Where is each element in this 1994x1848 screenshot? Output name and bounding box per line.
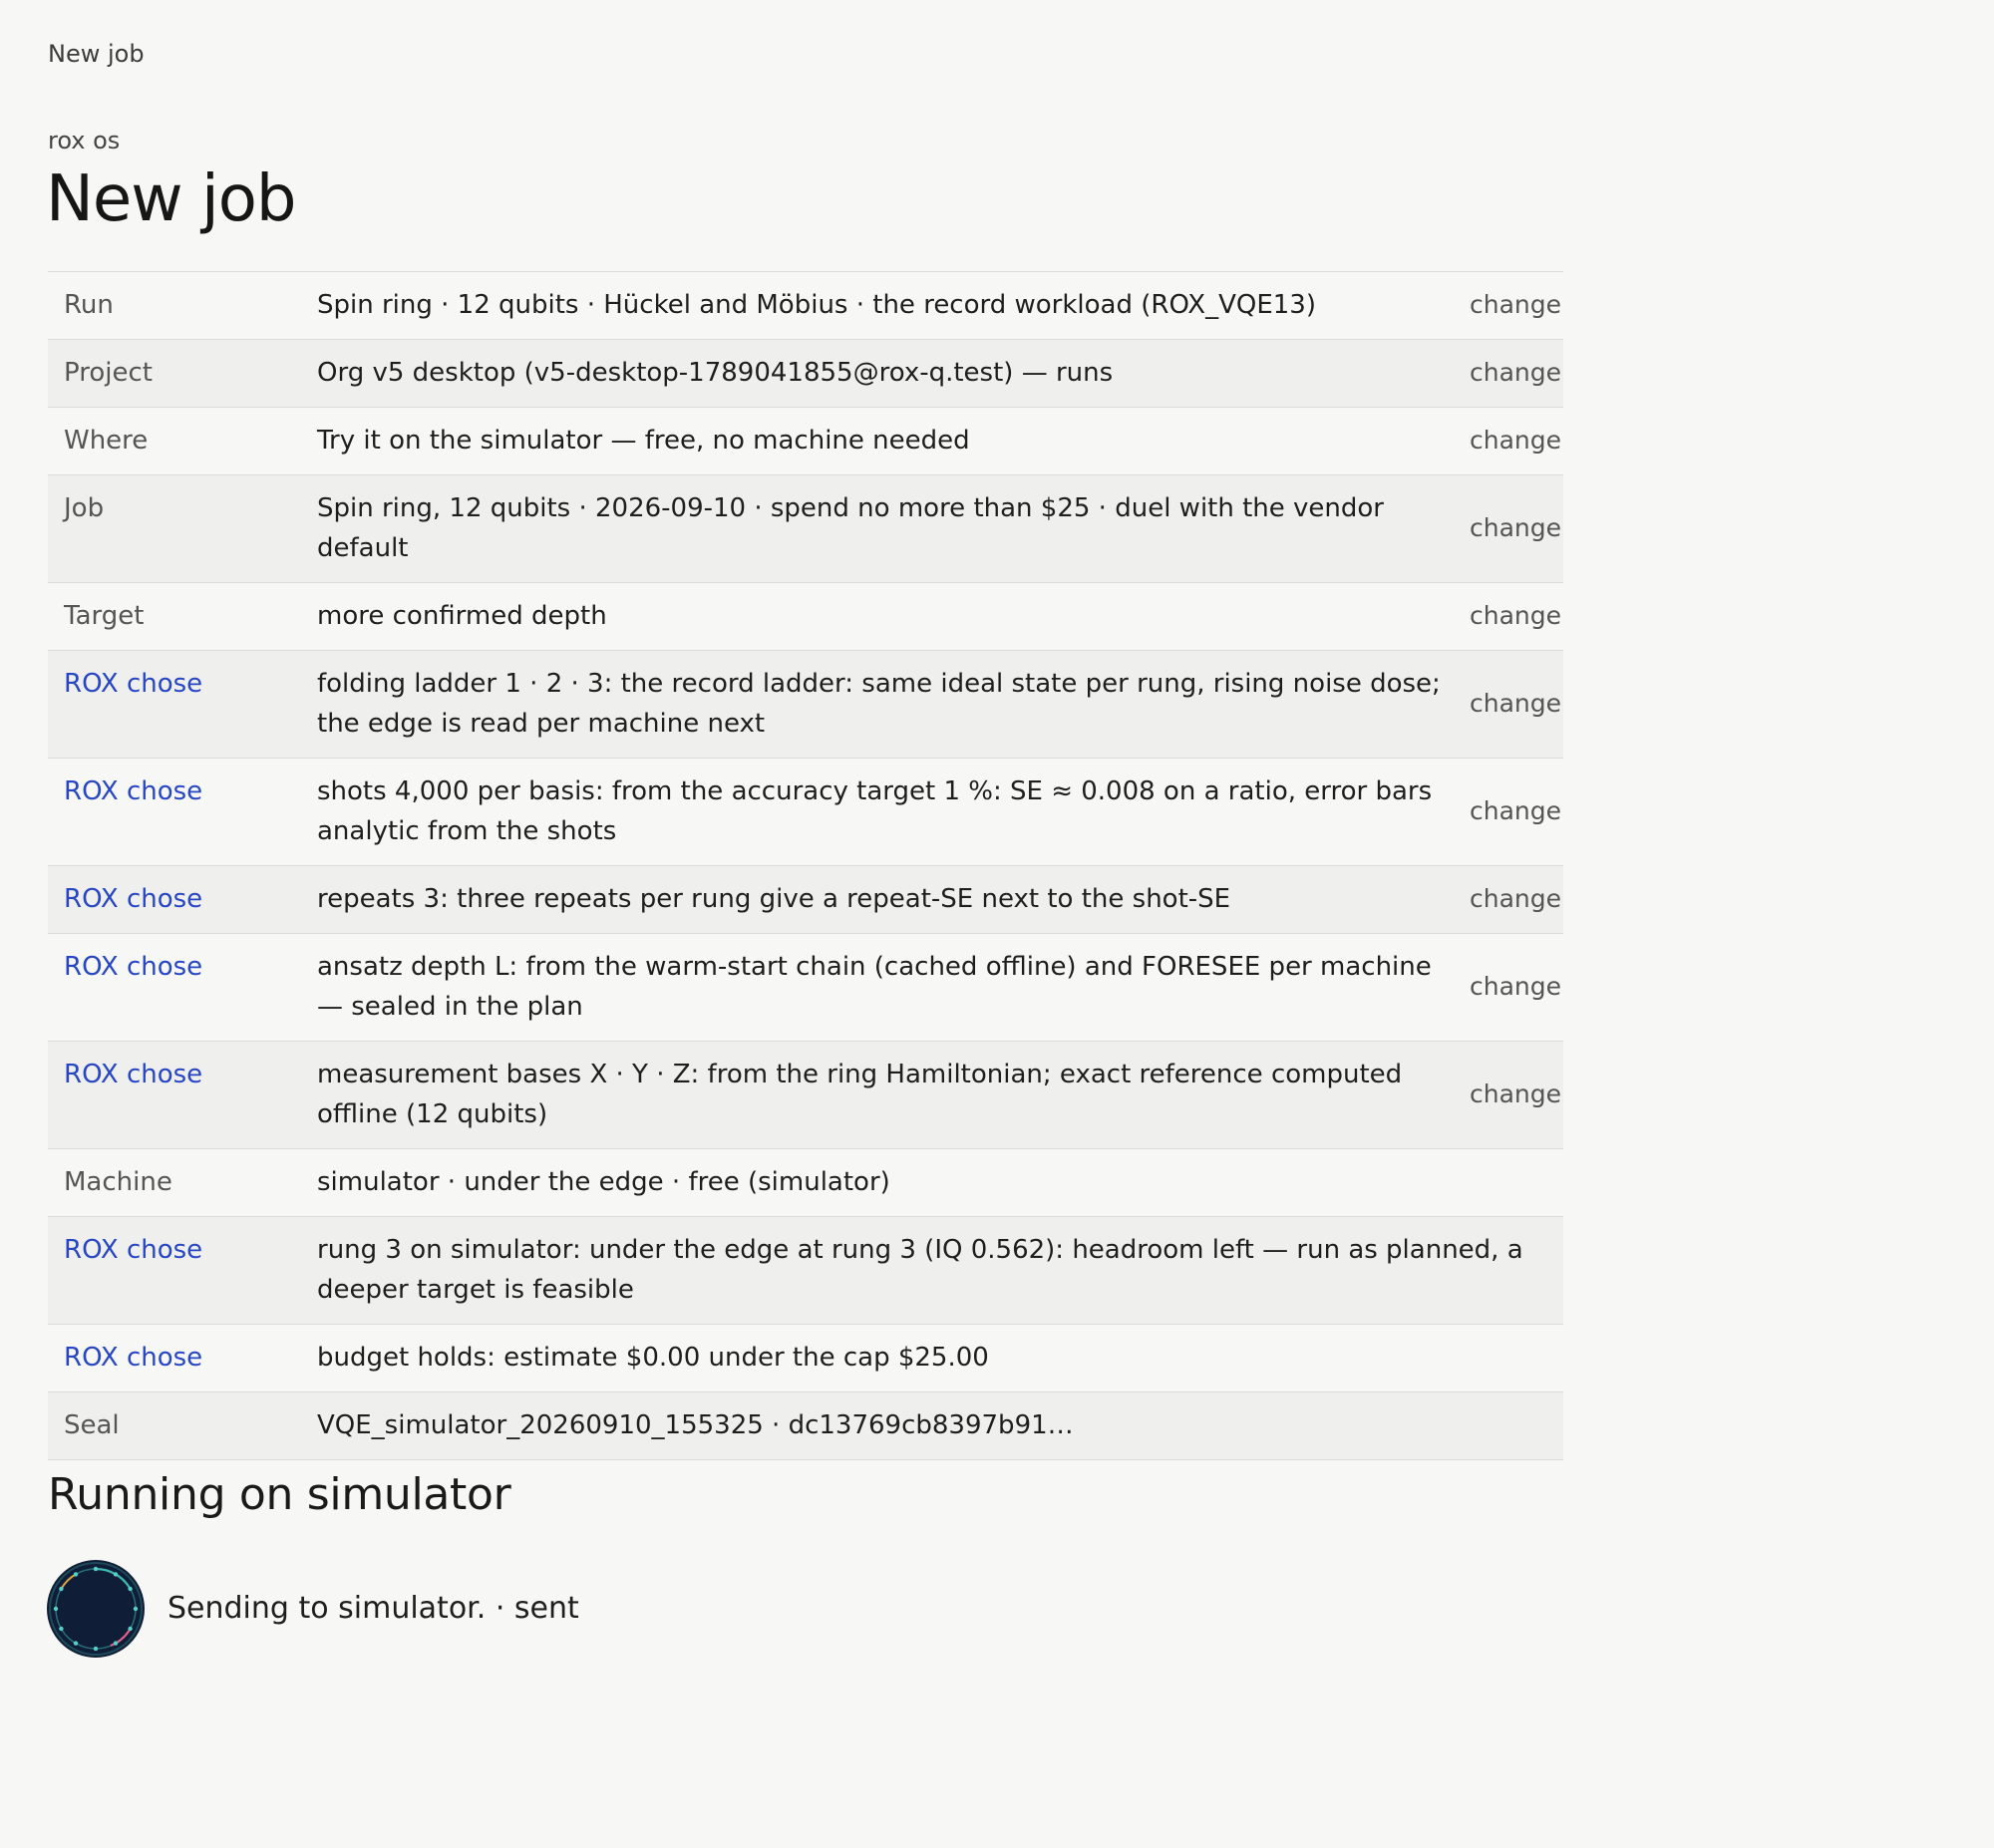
change-button[interactable]: change xyxy=(1454,934,1563,1042)
rox-chose-label: ROX chose xyxy=(64,776,203,806)
row-value: measurement bases X · Y · Z: from the ri… xyxy=(317,1060,1403,1129)
row-value: folding ladder 1 · 2 · 3: the record lad… xyxy=(317,669,1441,739)
row-value: Spin ring, 12 qubits · 2026-09-10 · spen… xyxy=(317,493,1384,563)
page-title: New job xyxy=(46,162,296,236)
row-value: repeats 3: three repeats per rung give a… xyxy=(317,884,1231,914)
change-button[interactable]: change xyxy=(1454,475,1563,583)
row-label: Run xyxy=(64,290,114,320)
summary-row-rox-chose-shots: ROX chose shots 4,000 per basis: from th… xyxy=(48,758,1563,866)
summary-row-job: Job Spin ring, 12 qubits · 2026-09-10 · … xyxy=(48,474,1563,583)
row-value: more confirmed depth xyxy=(317,601,607,631)
rox-chose-label: ROX chose xyxy=(64,1060,203,1089)
rox-chose-label: ROX chose xyxy=(64,952,203,982)
summary-row-project: Project Org v5 desktop (v5-desktop-17890… xyxy=(48,339,1563,408)
row-value: Try it on the simulator — free, no machi… xyxy=(317,426,970,456)
row-action-empty xyxy=(1454,1392,1563,1460)
org-name: rox os xyxy=(48,127,121,154)
row-value: shots 4,000 per basis: from the accuracy… xyxy=(317,776,1433,846)
breadcrumb: New job xyxy=(48,40,145,68)
summary-row-rox-chose-repeats: ROX chose repeats 3: three repeats per r… xyxy=(48,865,1563,934)
change-button[interactable]: change xyxy=(1454,759,1563,866)
run-status: Sending to simulator. · sent xyxy=(46,1559,579,1659)
summary-row-rox-chose-ladder: ROX chose folding ladder 1 · 2 · 3: the … xyxy=(48,650,1563,759)
change-button[interactable]: change xyxy=(1454,408,1563,475)
row-value: Org v5 desktop (v5-desktop-1789041855@ro… xyxy=(317,358,1114,388)
row-label: Project xyxy=(64,358,153,388)
row-value: ansatz depth L: from the warm-start chai… xyxy=(317,952,1432,1022)
summary-row-rox-chose-rung: ROX chose rung 3 on simulator: under the… xyxy=(48,1216,1563,1325)
change-button[interactable]: change xyxy=(1454,583,1563,651)
rox-chose-label: ROX chose xyxy=(64,1343,203,1373)
seal-value: VQE_simulator_20260910_155325 · dc13769c… xyxy=(317,1410,1074,1440)
row-label: Target xyxy=(64,601,145,631)
change-button[interactable]: change xyxy=(1454,272,1563,340)
running-heading: Running on simulator xyxy=(48,1469,511,1520)
summary-row-run: Run Spin ring · 12 qubits · Hückel and M… xyxy=(48,271,1563,340)
rox-chose-label: ROX chose xyxy=(64,884,203,914)
row-action-empty xyxy=(1454,1149,1563,1217)
status-text: Sending to simulator. · sent xyxy=(167,1591,579,1626)
row-value: budget holds: estimate $0.00 under the c… xyxy=(317,1343,989,1373)
rox-chose-label: ROX chose xyxy=(64,669,203,699)
summary-row-rox-chose-budget: ROX chose budget holds: estimate $0.00 u… xyxy=(48,1324,1563,1392)
row-value: Spin ring · 12 qubits · Hückel and Möbiu… xyxy=(317,290,1316,320)
job-summary-table: Run Spin ring · 12 qubits · Hückel and M… xyxy=(48,271,1563,1460)
rox-chose-label: ROX chose xyxy=(64,1235,203,1265)
row-label: Seal xyxy=(64,1410,120,1440)
summary-row-rox-chose-bases: ROX chose measurement bases X · Y · Z: f… xyxy=(48,1041,1563,1149)
row-label: Machine xyxy=(64,1167,172,1197)
summary-row-target: Target more confirmed depth change xyxy=(48,582,1563,651)
summary-row-where: Where Try it on the simulator — free, no… xyxy=(48,407,1563,475)
row-value: rung 3 on simulator: under the edge at r… xyxy=(317,1235,1523,1305)
row-action-empty xyxy=(1454,1325,1563,1392)
change-button[interactable]: change xyxy=(1454,866,1563,934)
change-button[interactable]: change xyxy=(1454,1042,1563,1149)
change-button[interactable]: change xyxy=(1454,340,1563,408)
qubit-ring-icon xyxy=(47,1560,145,1658)
summary-row-machine: Machine simulator · under the edge · fre… xyxy=(48,1148,1563,1217)
row-label: Job xyxy=(64,493,105,523)
row-label: Where xyxy=(64,426,149,456)
change-button[interactable]: change xyxy=(1454,651,1563,759)
summary-row-seal: Seal VQE_simulator_20260910_155325 · dc1… xyxy=(48,1391,1563,1460)
row-value: simulator · under the edge · free (simul… xyxy=(317,1167,890,1197)
summary-row-rox-chose-ansatz: ROX chose ansatz depth L: from the warm-… xyxy=(48,933,1563,1042)
